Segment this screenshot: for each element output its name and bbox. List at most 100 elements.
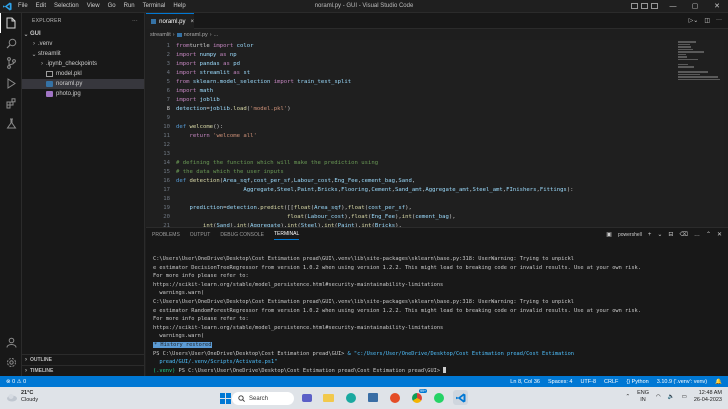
menu-terminal[interactable]: Terminal <box>139 3 170 9</box>
code-line[interactable]: 4 import streamlit as st <box>146 69 674 78</box>
code-line[interactable]: 7 import joblib <box>146 96 674 105</box>
python-interpreter[interactable]: 3.10.9 ('.venv': venv) <box>657 379 707 385</box>
code-line[interactable]: 15 # the data which the user inputs <box>146 168 674 177</box>
source-control-icon[interactable] <box>0 53 22 73</box>
meet-app-icon[interactable] <box>299 390 314 405</box>
toggle-secondary-sidebar-icon[interactable] <box>651 3 658 9</box>
outline-section[interactable]: › OUTLINE <box>22 354 144 364</box>
code-line[interactable]: 14 # defining the function which will mak… <box>146 159 674 168</box>
menu-help[interactable]: Help <box>169 3 189 9</box>
chrome-icon[interactable]: 99+ <box>409 389 427 405</box>
toggle-sidebar-icon[interactable] <box>631 3 638 9</box>
testing-icon[interactable] <box>0 113 22 133</box>
whatsapp-icon[interactable] <box>431 390 446 405</box>
breadcrumb-folder[interactable]: streamlit <box>150 32 171 38</box>
code-line[interactable]: 2 import numpy as np <box>146 51 674 60</box>
search-icon[interactable] <box>0 33 22 53</box>
code-line[interactable]: 11 return 'welcome all' <box>146 132 674 141</box>
code-line[interactable]: 20 float(Labour_cost),float(Eng_Fee),int… <box>146 213 674 222</box>
volume-icon[interactable]: 🔈 <box>668 394 675 400</box>
run-debug-icon[interactable] <box>0 73 22 93</box>
weather-widget[interactable]: 21°C Cloudy <box>6 390 38 404</box>
tree-item-model-pkl[interactable]: model.pkl <box>22 69 144 79</box>
code-line[interactable]: 19 prediction=detection.predict([[float(… <box>146 204 674 213</box>
tree-item-photo-jpg[interactable]: photo.jpg <box>22 89 144 99</box>
code-line[interactable]: 16 def detection(Area_sqf,cost_per_sf,Lab… <box>146 177 674 186</box>
explorer-icon[interactable] <box>0 13 22 33</box>
battery-icon[interactable]: ▭ <box>682 394 687 400</box>
more-actions-icon[interactable]: ··· <box>716 17 722 24</box>
more-actions-icon[interactable]: … <box>694 232 700 238</box>
menu-file[interactable]: File <box>14 3 32 9</box>
maximize-panel-icon[interactable]: ⌃ <box>706 231 711 238</box>
run-python-file-icon[interactable]: ▷⌄ <box>689 17 699 24</box>
toggle-panel-icon[interactable] <box>641 3 648 9</box>
split-editor-icon[interactable]: ◫ <box>704 17 710 24</box>
timeline-section[interactable]: › TIMELINE <box>22 365 144 375</box>
line-endings[interactable]: CRLF <box>604 379 618 385</box>
store-app-icon[interactable] <box>365 390 380 405</box>
wifi-icon[interactable]: ◠ <box>656 394 661 400</box>
more-actions-icon[interactable]: ··· <box>132 18 138 24</box>
language-mode[interactable]: {} Python <box>626 379 648 385</box>
indentation[interactable]: Spaces: 4 <box>548 379 572 385</box>
maximize-button[interactable]: ▢ <box>684 0 706 13</box>
kill-terminal-icon[interactable]: ⌫ <box>679 231 687 238</box>
tab-terminal[interactable]: TERMINAL <box>273 231 300 240</box>
chevron-up-icon[interactable]: ⌃ <box>625 394 630 400</box>
tab-noraml-py[interactable]: noraml.py × <box>146 13 194 29</box>
breadcrumb-symbol[interactable]: ... <box>214 32 219 38</box>
language-indicator[interactable]: ENG IN <box>637 390 649 404</box>
menu-go[interactable]: Go <box>104 3 120 9</box>
terminal-dropdown-icon[interactable]: ⌄ <box>657 231 662 238</box>
tree-item-venv[interactable]: › .venv <box>22 39 144 49</box>
code-line[interactable]: 12 <box>146 141 674 150</box>
close-window-button[interactable]: ✕ <box>706 0 728 13</box>
media-app-icon[interactable] <box>387 390 402 405</box>
code-editor[interactable]: 1 fromturtle import color 2 import numpy as… <box>146 40 674 227</box>
clock[interactable]: 12:48 AM 26-04-2023 <box>694 390 722 404</box>
code-line[interactable]: 18 <box>146 195 674 204</box>
close-panel-icon[interactable]: ✕ <box>717 231 722 238</box>
edge-browser-icon[interactable] <box>343 390 358 405</box>
close-tab-icon[interactable]: × <box>190 19 194 25</box>
menu-edit[interactable]: Edit <box>32 3 50 9</box>
minimap[interactable] <box>674 40 724 227</box>
code-line[interactable]: 10 def welcome(): <box>146 123 674 132</box>
code-line[interactable]: 6 import math <box>146 87 674 96</box>
tree-item-streamlit[interactable]: ⌄ streamlit <box>22 49 144 59</box>
extensions-icon[interactable] <box>0 93 22 113</box>
menu-view[interactable]: View <box>83 3 104 9</box>
tab-debug-console[interactable]: DEBUG CONSOLE <box>220 232 264 238</box>
code-line[interactable]: 1 fromturtle import color <box>146 42 674 51</box>
tree-item-ipynb-checkpoints[interactable]: › .ipynb_checkpoints <box>22 59 144 69</box>
code-line[interactable]: 17 Aggregate,Steel,Paint,Bricks,Flooring… <box>146 186 674 195</box>
code-line[interactable]: 5 from sklearn.model_selection import tra… <box>146 78 674 87</box>
code-line[interactable]: 9 <box>146 114 674 123</box>
taskbar-search[interactable]: Search <box>232 392 294 405</box>
breadcrumb-file[interactable]: noraml.py <box>184 32 208 38</box>
tree-item-noraml-py[interactable]: noraml.py <box>22 79 144 89</box>
code-line[interactable]: 8 detection=joblib.load('model.pkl') <box>146 105 674 114</box>
vscode-taskbar-icon[interactable] <box>453 390 468 405</box>
terminal-output[interactable]: C:\Users\User\OneDrive\Desktop\Cost Esti… <box>153 255 725 375</box>
minimize-button[interactable]: — <box>662 0 684 13</box>
tab-output[interactable]: OUTPUT <box>190 232 211 238</box>
new-terminal-button[interactable]: + <box>648 232 652 238</box>
settings-gear-icon[interactable] <box>0 352 22 372</box>
file-explorer-icon[interactable] <box>321 390 336 405</box>
account-icon[interactable] <box>0 332 22 352</box>
menu-run[interactable]: Run <box>120 3 139 9</box>
encoding[interactable]: UTF-8 <box>580 379 596 385</box>
terminal-shell-label[interactable]: powershell <box>618 232 642 238</box>
workspace-root[interactable]: ⌄ GUI <box>22 29 144 39</box>
tab-problems[interactable]: PROBLEMS <box>152 232 180 238</box>
cursor-position[interactable]: Ln 8, Col 36 <box>510 379 540 385</box>
split-terminal-icon[interactable]: ⊟ <box>668 231 673 238</box>
start-button[interactable] <box>218 391 233 406</box>
problems-status[interactable]: ⊗ 0 ⚠ 0 <box>6 379 26 385</box>
notifications-bell-icon[interactable]: 🔔 <box>715 379 722 385</box>
code-line[interactable]: 3 import pandas as pd <box>146 60 674 69</box>
menu-selection[interactable]: Selection <box>50 3 83 9</box>
code-line[interactable]: 13 <box>146 150 674 159</box>
